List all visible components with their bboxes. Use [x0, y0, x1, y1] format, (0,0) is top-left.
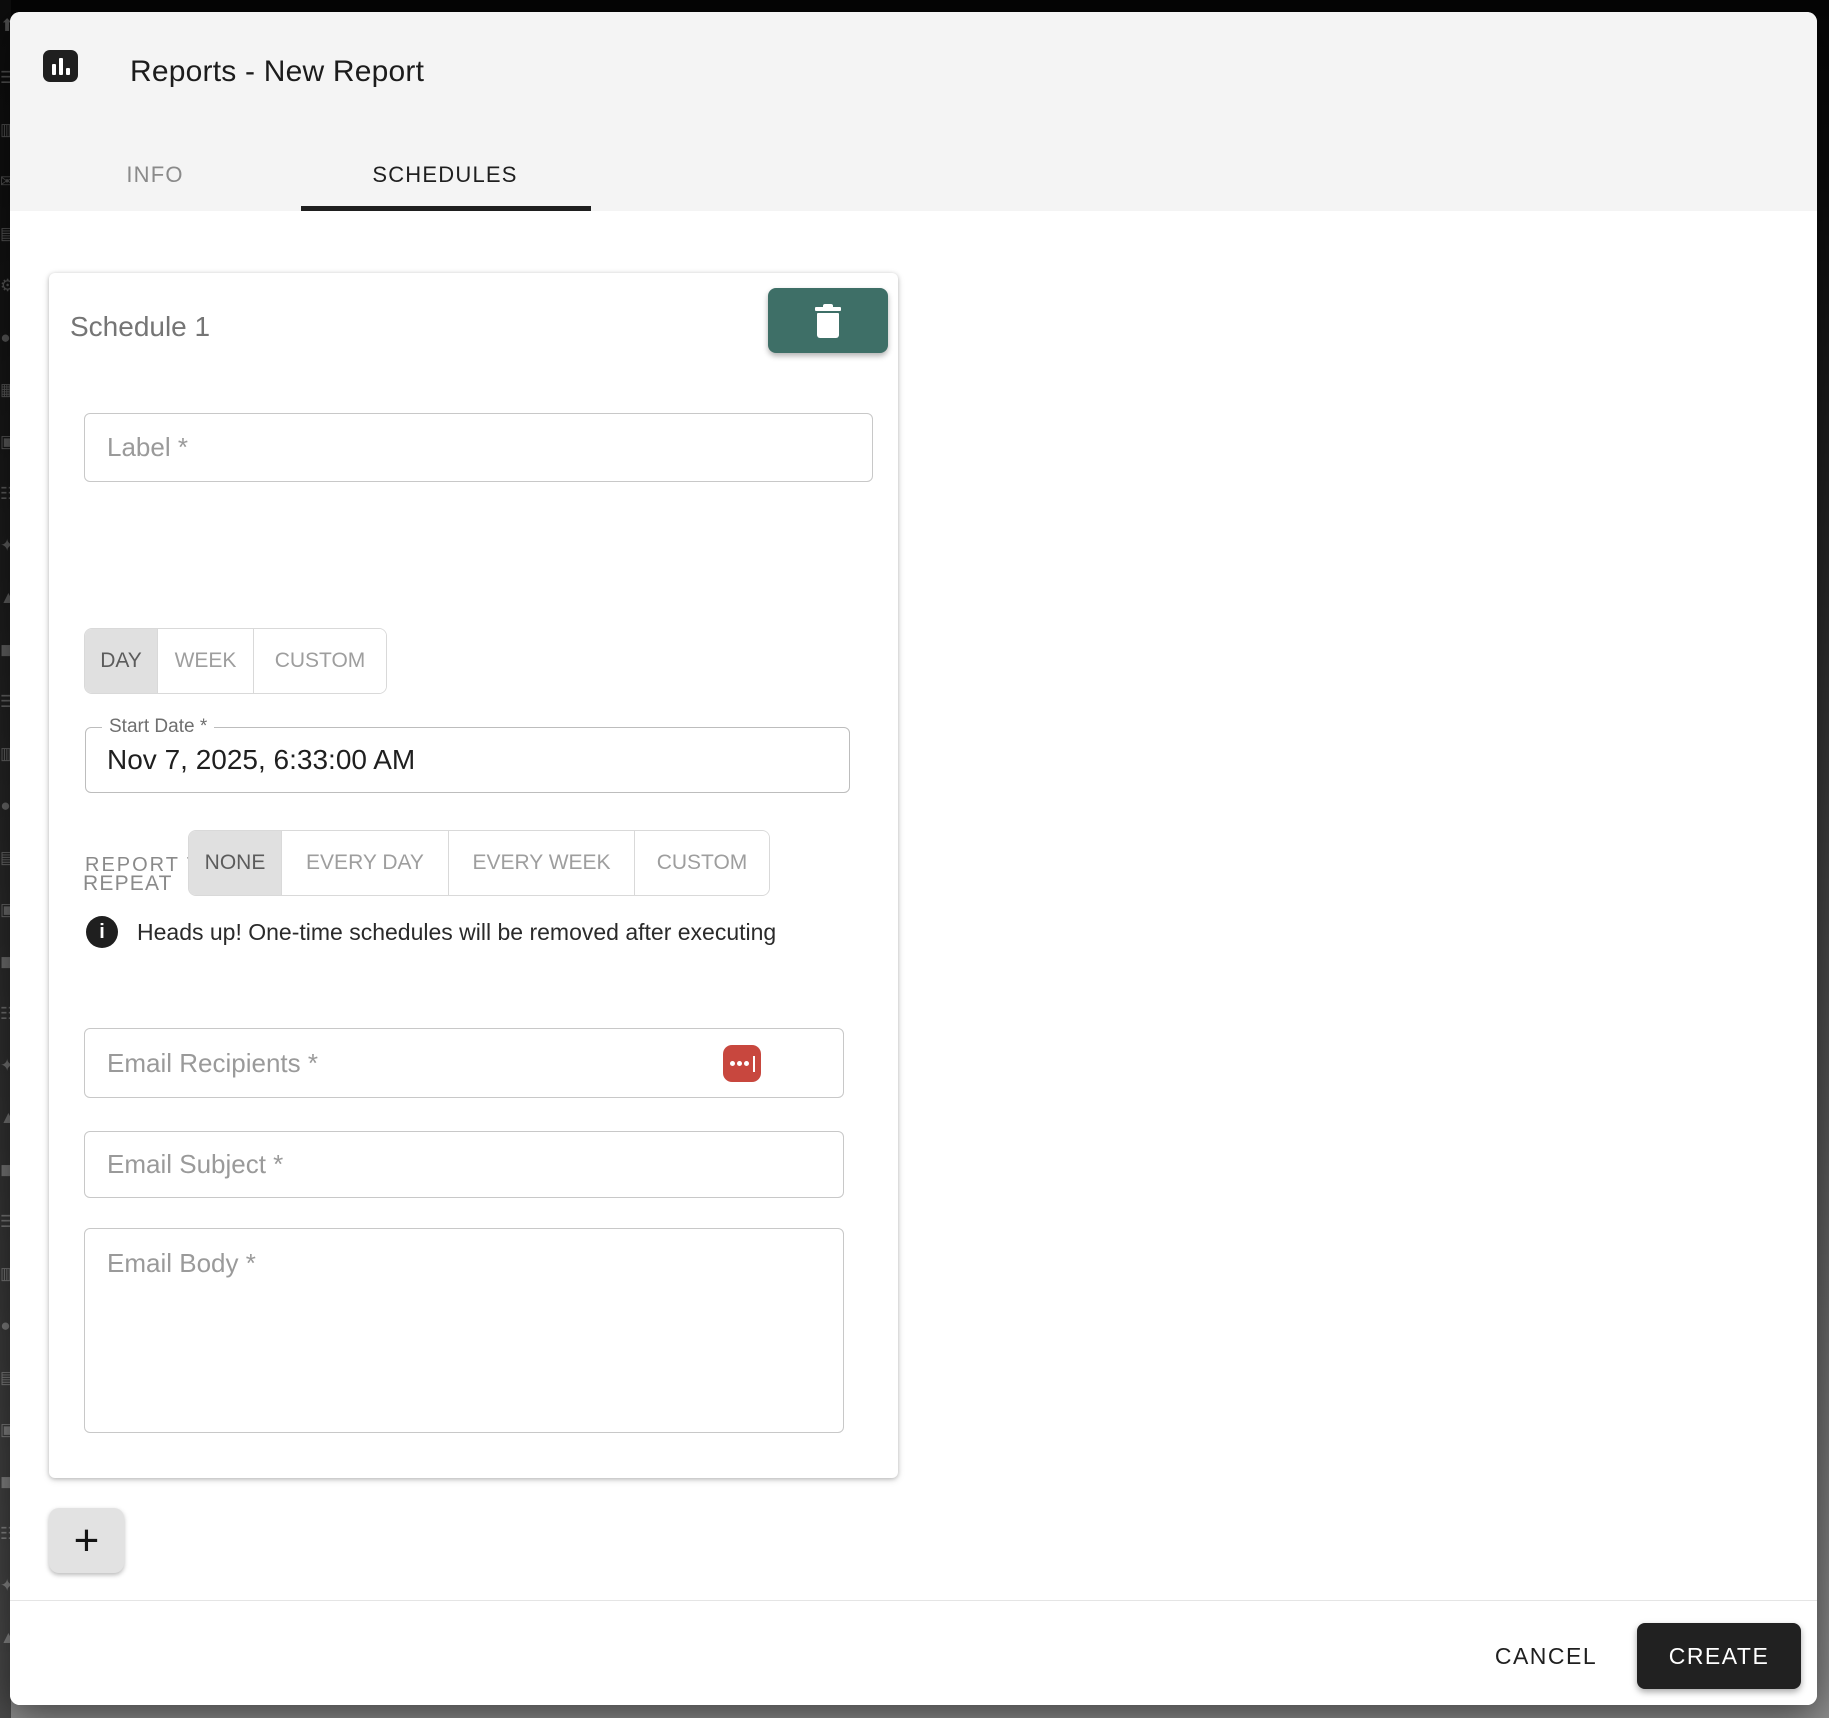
page-title: Reports - New Report: [130, 55, 425, 88]
repeat-option-custom[interactable]: CUSTOM: [635, 831, 769, 895]
schedule-title: Schedule 1: [70, 311, 211, 342]
password-manager-icon[interactable]: [723, 1045, 761, 1082]
one-time-schedule-notice: i Heads up! One-time schedules will be r…: [86, 916, 776, 948]
repeat-option-every-day[interactable]: EVERY DAY: [282, 831, 449, 895]
delete-schedule-button[interactable]: [768, 288, 888, 353]
start-date-field: Start Date *: [85, 716, 850, 793]
email-subject-input[interactable]: [84, 1131, 844, 1198]
trash-icon: [814, 303, 842, 338]
label-input[interactable]: [84, 413, 873, 482]
repeat-option-every-week[interactable]: EVERY WEEK: [449, 831, 635, 895]
repeat-label: REPEAT: [83, 872, 173, 895]
bar-chart-icon: [43, 50, 78, 82]
repeat-toggle-group: NONE EVERY DAY EVERY WEEK CUSTOM: [188, 830, 770, 896]
tab-info[interactable]: INFO: [10, 139, 300, 211]
tab-schedules[interactable]: SCHEDULES: [300, 139, 590, 211]
start-date-label: Start Date *: [102, 716, 215, 738]
schedule-card: Schedule 1 REPORT TIME RANGE ? DAY WEEK …: [49, 273, 898, 1478]
info-icon: i: [86, 916, 118, 948]
tab-bar: INFO SCHEDULES: [10, 139, 590, 211]
cancel-button[interactable]: CANCEL: [1456, 1623, 1636, 1689]
dialog-header: Reports - New Report INFO SCHEDULES: [10, 12, 1817, 211]
time-range-option-day[interactable]: DAY: [85, 629, 158, 693]
add-schedule-button[interactable]: +: [49, 1508, 124, 1573]
email-body-textarea[interactable]: [84, 1228, 844, 1433]
active-tab-indicator: [301, 206, 591, 211]
new-report-dialog: Reports - New Report INFO SCHEDULES Sche…: [10, 12, 1817, 1705]
dialog-footer: CANCEL CREATE: [10, 1600, 1817, 1705]
create-button[interactable]: CREATE: [1637, 1623, 1801, 1689]
time-range-option-week[interactable]: WEEK: [158, 629, 254, 693]
time-range-option-custom[interactable]: CUSTOM: [254, 629, 386, 693]
notice-text: Heads up! One-time schedules will be rem…: [137, 918, 777, 945]
time-range-toggle-group: DAY WEEK CUSTOM: [84, 628, 387, 694]
repeat-option-none[interactable]: NONE: [189, 831, 282, 895]
